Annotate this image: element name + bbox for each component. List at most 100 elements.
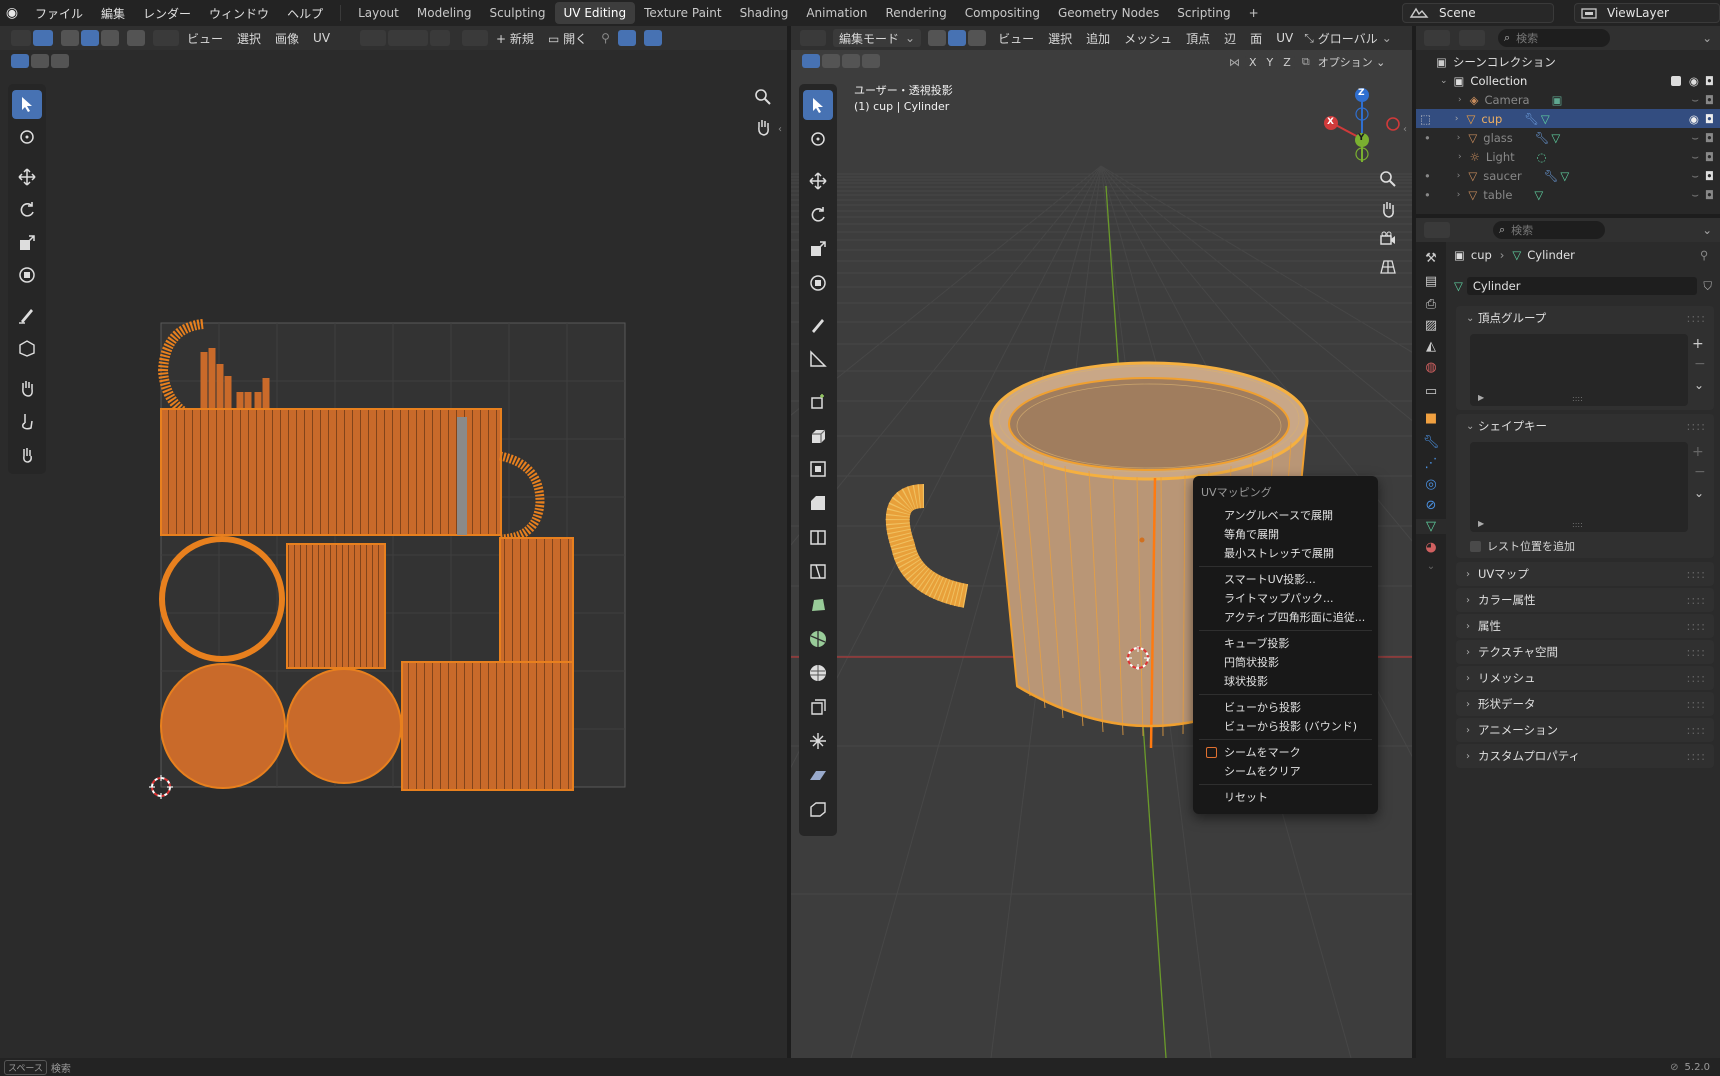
tab-geometry-nodes[interactable]: Geometry Nodes [1049,2,1168,24]
inset-tool-icon[interactable] [803,454,833,484]
play-icon[interactable]: ▶ [1478,393,1484,402]
outliner-item-table[interactable]: • › ▽ table ▽ ⌣ ◘ [1416,185,1720,204]
camera-render-icon[interactable]: ◘ [1705,93,1714,107]
eye-icon[interactable]: ◉ [1689,74,1699,88]
outliner-item-cup[interactable]: ⬚ › ▽ cup 🔧︎ ▽ ◉ ◘ [1416,109,1720,128]
tool-tab-icon[interactable]: ⚒ [1425,251,1437,266]
mesh-data-tab-icon[interactable]: ▽ [1416,519,1446,534]
viewport-menu-select[interactable]: 選択 [1041,30,1079,47]
tab-compositing[interactable]: Compositing [956,2,1049,24]
blender-logo-icon[interactable]: ◉ [0,5,24,21]
chevron-right-icon[interactable]: › [1458,95,1462,105]
rest-position-checkbox[interactable]: レスト位置を追加 [1470,538,1575,554]
remove-icon[interactable]: − [1694,464,1706,480]
menu-item-follow-active-quads[interactable]: アクティブ四角形面に追従... [1193,608,1378,627]
perspective-toggle-icon[interactable] [1379,258,1397,279]
physics-tab-icon[interactable]: ◎ [1425,477,1436,492]
measure-tool-icon[interactable] [803,344,833,374]
uv-maps-panel[interactable]: › UVマップ:::: [1456,562,1714,586]
properties-search-input[interactable]: ⌕ 検索 [1493,221,1605,239]
edge-slide-tool-icon[interactable] [803,692,833,722]
resize-handle-icon[interactable]: :::: [1572,394,1583,403]
camera-render-icon[interactable]: ◘ [1705,150,1714,164]
edit-mode-icon[interactable]: ⬚ [1420,112,1431,126]
camera-view-icon[interactable] [1379,230,1397,251]
drag-handle-icon[interactable]: :::: [1687,593,1707,607]
mode-dropdown[interactable]: 編集モード ⌄ [833,29,922,47]
auto-merge-icon[interactable]: ⧉ [1302,55,1310,69]
tab-shading[interactable]: Shading [731,2,798,24]
output-tab-icon[interactable]: ⎙ [1426,297,1436,312]
vertex-groups-list[interactable]: ▶ :::: [1470,334,1688,406]
modifier-tab-icon[interactable]: 🔧︎ [1423,435,1440,450]
menu-item-mark-seam[interactable]: シームをマーク [1193,743,1378,762]
visibility-hidden-icon[interactable]: ⌣ [1691,168,1699,183]
viewport-menu-face[interactable]: 面 [1243,30,1269,47]
viewport-pan-icon[interactable] [1379,200,1397,221]
visibility-hidden-icon[interactable]: ⌣ [1691,92,1699,107]
add-cube-tool-icon[interactable] [803,386,833,416]
chevron-right-icon[interactable]: › [1457,133,1461,143]
menu-item-smart-uv-project[interactable]: スマートUV投影... [1193,570,1378,589]
vertex-select-icon[interactable] [928,30,947,46]
menu-item-reset[interactable]: リセット [1193,788,1378,807]
tab-texture-paint[interactable]: Texture Paint [635,2,730,24]
menu-render[interactable]: レンダー [134,5,200,22]
viewport-menu-view[interactable]: ビュー [991,30,1041,47]
drag-handle-icon[interactable]: :::: [1687,723,1707,737]
menu-file[interactable]: ファイル [26,5,92,22]
uv-island-cup-outer[interactable] [160,408,502,536]
select-intersect-icon[interactable] [862,54,880,68]
select-new-icon[interactable] [802,54,820,68]
menu-item-unwrap-angle-based[interactable]: アングルベースで展開 [1193,506,1378,525]
options-dropdown[interactable]: オプション ⌄ [1318,54,1386,70]
camera-render-icon[interactable]: ◘ [1705,74,1714,88]
viewport-menu-edge[interactable]: 辺 [1217,30,1243,47]
view-layer-selector[interactable]: ViewLayer [1574,3,1720,23]
knife-tool-icon[interactable] [803,556,833,586]
menu-edit[interactable]: 編集 [92,5,134,22]
geometry-data-panel[interactable]: › 形状データ:::: [1456,692,1714,716]
viewport-menu-mesh[interactable]: メッシュ [1117,30,1179,47]
scene-tab-icon[interactable]: ◭ [1426,339,1436,354]
tab-rendering[interactable]: Rendering [877,2,956,24]
bevel-tool-icon[interactable] [803,488,833,518]
rotate-tool-icon[interactable] [803,200,833,230]
eye-icon[interactable]: ◉ [1689,112,1699,126]
drag-handle-icon[interactable]: :::: [1687,645,1707,659]
chevron-down-icon[interactable]: ⌄ [1694,378,1704,392]
render-tab-icon[interactable]: ▤ [1425,274,1437,289]
poly-build-tool-icon[interactable] [803,590,833,620]
add-icon[interactable]: + [1692,444,1704,460]
drag-handle-icon[interactable]: :::: [1687,671,1707,685]
spin-tool-icon[interactable] [803,624,833,654]
outliner-item-light[interactable]: › ☼ Light ◌ ⌣ ◘ [1416,147,1720,166]
menu-item-lightmap-pack[interactable]: ライトマップパック... [1193,589,1378,608]
material-tab-icon[interactable]: ◕ [1425,540,1436,555]
camera-render-icon[interactable]: ◘ [1705,169,1714,183]
color-attributes-panel[interactable]: › カラー属性:::: [1456,588,1714,612]
remove-icon[interactable]: − [1694,356,1706,372]
menu-item-clear-seam[interactable]: シームをクリア [1193,762,1378,781]
visibility-hidden-icon[interactable]: ⌣ [1691,149,1699,164]
navigation-gizmo[interactable] [1324,88,1400,162]
cursor-tool-icon[interactable] [803,124,833,154]
menu-help[interactable]: ヘルプ [278,5,332,22]
attributes-panel[interactable]: › 属性:::: [1456,614,1714,638]
camera-render-icon[interactable]: ◘ [1705,131,1714,145]
menu-item-unwrap-minimum-stretch[interactable]: 最小ストレッチで展開 [1193,544,1378,563]
editor-type-icon[interactable] [800,30,826,46]
scale-tool-icon[interactable] [803,234,833,264]
menu-window[interactable]: ウィンドウ [200,5,278,22]
outliner-search-input[interactable]: ⌕ 検索 [1498,29,1610,47]
tab-modeling[interactable]: Modeling [408,2,481,24]
view-layer-tab-icon[interactable]: ▨ [1425,318,1437,333]
uv-island-bottom-strip[interactable] [401,661,574,791]
checkbox-icon[interactable] [1470,540,1481,552]
face-select-icon[interactable] [968,30,987,46]
outliner-root[interactable]: ▣ シーンコレクション [1416,52,1720,71]
rip-region-tool-icon[interactable] [803,794,833,824]
remesh-panel[interactable]: › リメッシュ:::: [1456,666,1714,690]
shear-tool-icon[interactable] [803,760,833,790]
camera-render-icon[interactable]: ◘ [1705,188,1714,202]
